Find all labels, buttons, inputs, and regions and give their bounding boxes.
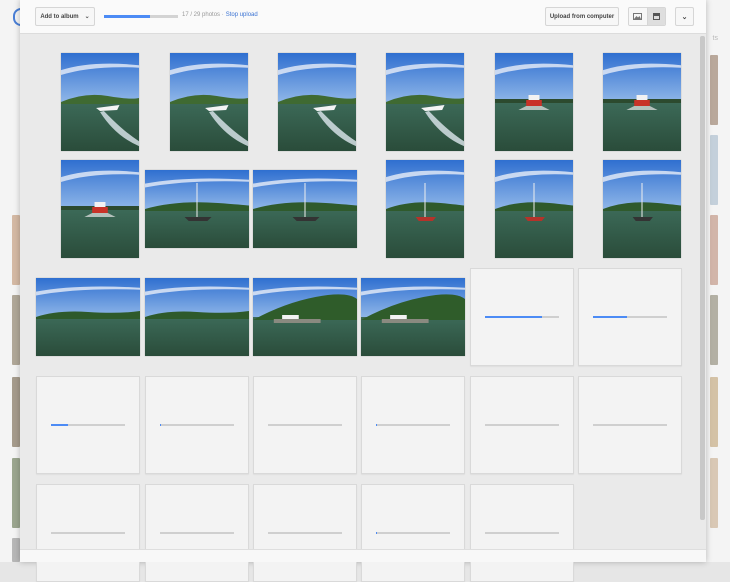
upload-progress-bar [268, 424, 342, 426]
photo-image [386, 53, 464, 151]
upload-from-computer-label: Upload from computer [549, 13, 615, 20]
view-toggle [628, 7, 666, 26]
background-thumbnail [710, 295, 718, 365]
upload-progress-fill [485, 316, 542, 318]
background-thumbnail [12, 377, 20, 447]
photo-image [495, 53, 573, 151]
photo-image [603, 53, 681, 151]
dialog-footer [20, 549, 706, 562]
upload-progress-fill [376, 532, 378, 534]
photo-thumbnail[interactable] [170, 53, 248, 151]
photo-image [495, 160, 573, 258]
upload-progress-bar [376, 532, 450, 534]
pending-upload-card[interactable] [470, 376, 574, 474]
upload-progress-bar [376, 424, 450, 426]
pending-upload-card[interactable] [361, 376, 465, 474]
photo-image [386, 160, 464, 258]
photo-image [361, 278, 465, 356]
large-view-icon [652, 13, 660, 20]
upload-progress-bar [160, 424, 234, 426]
background-thumbnail [710, 458, 718, 528]
photo-image [61, 160, 139, 258]
upload-progress-bar [104, 15, 178, 18]
background-thumbnail [12, 538, 20, 562]
pending-upload-card[interactable] [145, 376, 249, 474]
background-thumbnail [12, 458, 20, 528]
photo-thumbnail[interactable] [386, 53, 464, 151]
photo-image [253, 170, 357, 248]
photo-image [145, 170, 249, 248]
background-page-left [0, 0, 23, 562]
upload-progress-bar [51, 532, 125, 534]
photo-image [145, 278, 249, 356]
background-thumbnail [12, 295, 20, 365]
photo-image [253, 278, 357, 356]
upload-progress-bar [485, 424, 559, 426]
photo-image [61, 53, 139, 151]
photo-thumbnail[interactable] [603, 53, 681, 151]
photo-thumbnail[interactable] [253, 170, 357, 248]
photo-thumbnail[interactable] [61, 160, 139, 258]
background-thumbnail [710, 377, 718, 447]
photo-thumbnail[interactable] [495, 53, 573, 151]
background-thumbnail [12, 215, 20, 285]
photo-thumbnail[interactable] [145, 170, 249, 248]
upload-progress-bar [485, 316, 559, 318]
photo-thumbnail[interactable] [278, 53, 356, 151]
upload-from-computer-button[interactable]: Upload from computer [545, 7, 619, 26]
pending-upload-card[interactable] [470, 268, 574, 366]
upload-progress-text: 17 / 29 photos · Stop upload [182, 12, 258, 18]
pending-upload-card[interactable] [253, 376, 357, 474]
background-page-right: ts [706, 0, 730, 562]
photo-image [170, 53, 248, 151]
pending-upload-card[interactable] [253, 484, 357, 582]
chevron-down-icon: ⌄ [84, 14, 90, 20]
large-view-button[interactable] [646, 8, 665, 25]
pending-upload-card[interactable] [470, 484, 574, 582]
upload-progress-bar [485, 532, 559, 534]
scrollbar[interactable] [700, 36, 705, 520]
upload-progress-fill [593, 316, 628, 318]
photo-thumbnail[interactable] [61, 53, 139, 151]
pending-upload-card[interactable] [36, 484, 140, 582]
pending-upload-card[interactable] [145, 484, 249, 582]
more-options-button[interactable]: ⌄ [675, 7, 694, 26]
photo-thumbnail[interactable] [603, 160, 681, 258]
background-thumbnail [710, 55, 718, 125]
grid-view-icon [633, 13, 643, 20]
upload-progress-bar [160, 532, 234, 534]
upload-progress-bar [51, 424, 125, 426]
upload-count: 17 / 29 photos · [182, 12, 224, 18]
grid-view-button[interactable] [629, 8, 647, 25]
photo-image [36, 278, 140, 356]
photo-image [278, 53, 356, 151]
photo-thumbnail[interactable] [495, 160, 573, 258]
photo-thumbnail[interactable] [253, 278, 357, 356]
photo-thumbnail[interactable] [361, 278, 465, 356]
add-to-album-label: Add to album [40, 13, 79, 20]
background-thumbnail [710, 215, 718, 285]
upload-progress-bar [268, 532, 342, 534]
photo-thumbnail[interactable] [36, 278, 140, 356]
upload-progress-fill [160, 424, 162, 426]
background-text: ts [712, 35, 718, 42]
upload-progress-fill [51, 424, 69, 426]
upload-dialog: Add to album ⌄ 17 / 29 photos · Stop uplo… [20, 0, 706, 582]
pending-upload-card[interactable] [578, 376, 682, 474]
pending-upload-card[interactable] [578, 268, 682, 366]
background-thumbnail [710, 135, 718, 205]
upload-progress-fill [376, 424, 378, 426]
upload-progress-fill [104, 15, 150, 18]
pending-upload-card[interactable] [36, 376, 140, 474]
photo-thumbnail[interactable] [386, 160, 464, 258]
upload-toolbar: Add to album ⌄ 17 / 29 photos · Stop uplo… [20, 0, 706, 34]
upload-progress-bar [593, 424, 667, 426]
upload-progress-bar [593, 316, 667, 318]
photo-thumbnail[interactable] [145, 278, 249, 356]
pending-upload-card[interactable] [361, 484, 465, 582]
photo-image [603, 160, 681, 258]
chevron-down-icon: ⌄ [681, 13, 688, 21]
add-to-album-button[interactable]: Add to album ⌄ [35, 7, 95, 26]
stop-upload-link[interactable]: Stop upload [226, 12, 258, 18]
